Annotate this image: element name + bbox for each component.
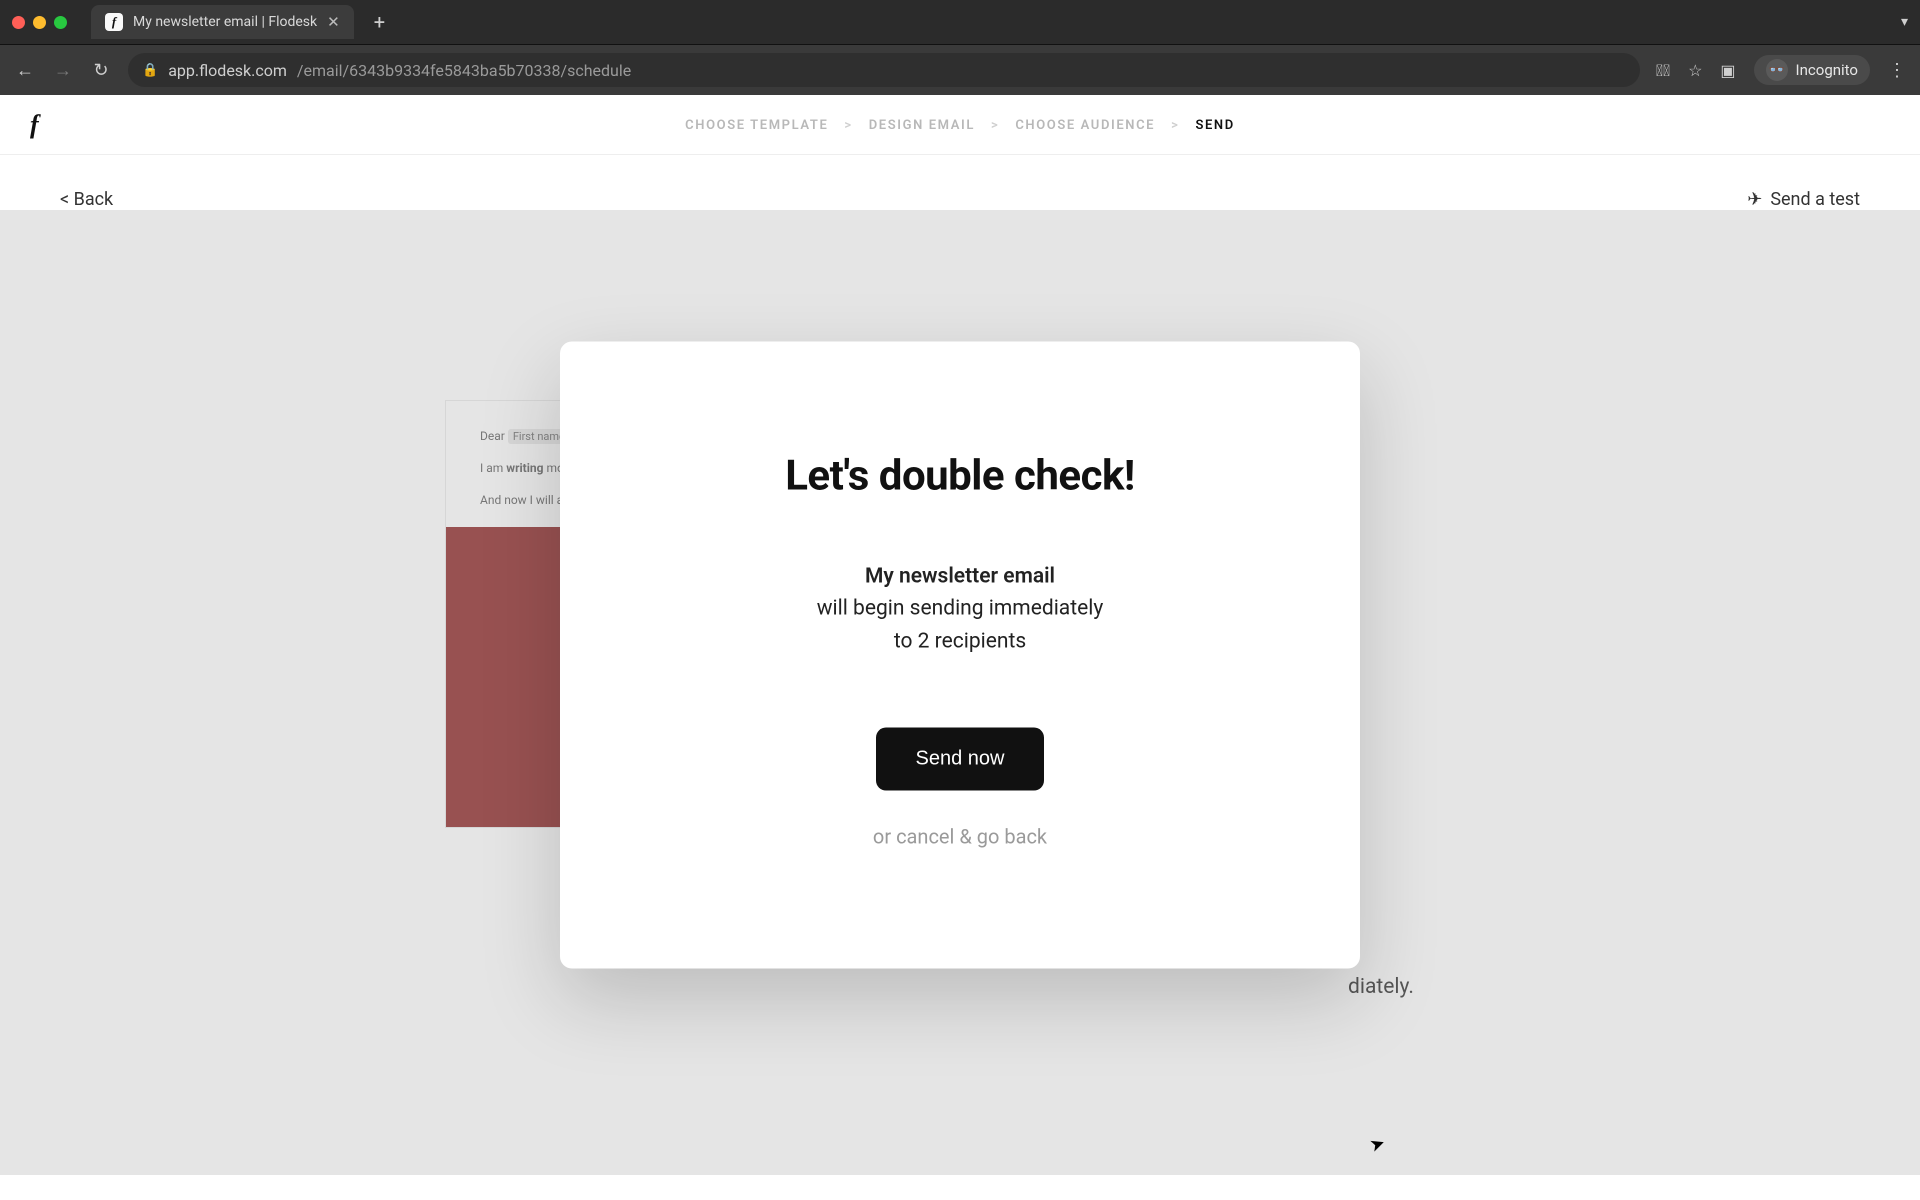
send-test-label: Send a test [1770, 189, 1860, 210]
page-toolbar: < Back ✈ Send a test [0, 155, 1920, 210]
chevron-right-icon: > [991, 118, 999, 133]
url-field[interactable]: 🔒 app.flodesk.com/email/6343b9334fe5843b… [128, 53, 1640, 87]
send-now-button[interactable]: Send now [876, 728, 1045, 791]
step-design-email[interactable]: DESIGN EMAIL [869, 118, 975, 133]
incognito-indicator[interactable]: 👓 Incognito [1754, 55, 1870, 85]
nav-reload-button[interactable]: ↻ [90, 60, 112, 81]
step-choose-template[interactable]: CHOOSE TEMPLATE [685, 118, 828, 133]
step-send[interactable]: SEND [1195, 118, 1234, 133]
nav-back-button[interactable]: ← [14, 60, 36, 81]
paper-plane-icon: ✈ [1747, 189, 1762, 210]
modal-email-name: My newsletter email [620, 560, 1300, 593]
bookmark-star-icon[interactable]: ☆ [1688, 61, 1702, 80]
browser-menu-button[interactable]: ⋮ [1888, 60, 1906, 81]
panel-icon[interactable]: ▣ [1720, 61, 1735, 80]
confirm-send-modal: Let's double check! My newsletter email … [560, 341, 1360, 969]
modal-line-2: will begin sending immediately [620, 593, 1300, 626]
tabs-overflow-icon[interactable]: ▾ [1901, 14, 1908, 30]
app-header: f CHOOSE TEMPLATE > DESIGN EMAIL > CHOOS… [0, 95, 1920, 155]
modal-title: Let's double check! [620, 451, 1300, 500]
browser-window: f My newsletter email | Flodesk ✕ + ▾ ← … [0, 0, 1920, 1200]
url-host: app.flodesk.com [168, 61, 287, 80]
tab-title: My newsletter email | Flodesk [133, 14, 317, 30]
modal-line-3: to 2 recipients [620, 625, 1300, 658]
flodesk-logo[interactable]: f [30, 110, 39, 140]
toolbar-right-icons: 👁⃠ ☆ ▣ 👓 Incognito ⋮ [1656, 55, 1906, 85]
new-tab-button[interactable]: + [374, 10, 385, 34]
incognito-icon: 👓 [1766, 59, 1788, 81]
chevron-right-icon: > [844, 118, 852, 133]
window-close-button[interactable] [12, 16, 25, 29]
window-maximize-button[interactable] [54, 16, 67, 29]
window-minimize-button[interactable] [33, 16, 46, 29]
titlebar: f My newsletter email | Flodesk ✕ + ▾ [0, 0, 1920, 45]
send-test-button[interactable]: ✈ Send a test [1747, 189, 1860, 210]
address-bar: ← → ↻ 🔒 app.flodesk.com/email/6343b9334f… [0, 45, 1920, 95]
back-link[interactable]: < Back [60, 189, 113, 210]
browser-tab[interactable]: f My newsletter email | Flodesk ✕ [91, 5, 354, 39]
cancel-go-back-link[interactable]: or cancel & go back [620, 825, 1300, 849]
app-viewport: f CHOOSE TEMPLATE > DESIGN EMAIL > CHOOS… [0, 95, 1920, 1200]
step-choose-audience[interactable]: CHOOSE AUDIENCE [1015, 118, 1155, 133]
chevron-right-icon: > [1171, 118, 1179, 133]
tab-favicon: f [105, 13, 123, 31]
wizard-stepper: CHOOSE TEMPLATE > DESIGN EMAIL > CHOOSE … [0, 95, 1920, 155]
nav-forward-button[interactable]: → [52, 60, 74, 81]
url-path: /email/6343b9334fe5843ba5b70338/schedule [297, 61, 631, 80]
canvas-area: Dear First name I am writing mo And now … [0, 210, 1920, 1175]
eye-off-icon[interactable]: 👁⃠ [1656, 61, 1670, 80]
lock-icon: 🔒 [142, 63, 158, 78]
tab-close-icon[interactable]: ✕ [327, 13, 340, 31]
traffic-lights [12, 16, 67, 29]
incognito-label: Incognito [1796, 61, 1858, 79]
